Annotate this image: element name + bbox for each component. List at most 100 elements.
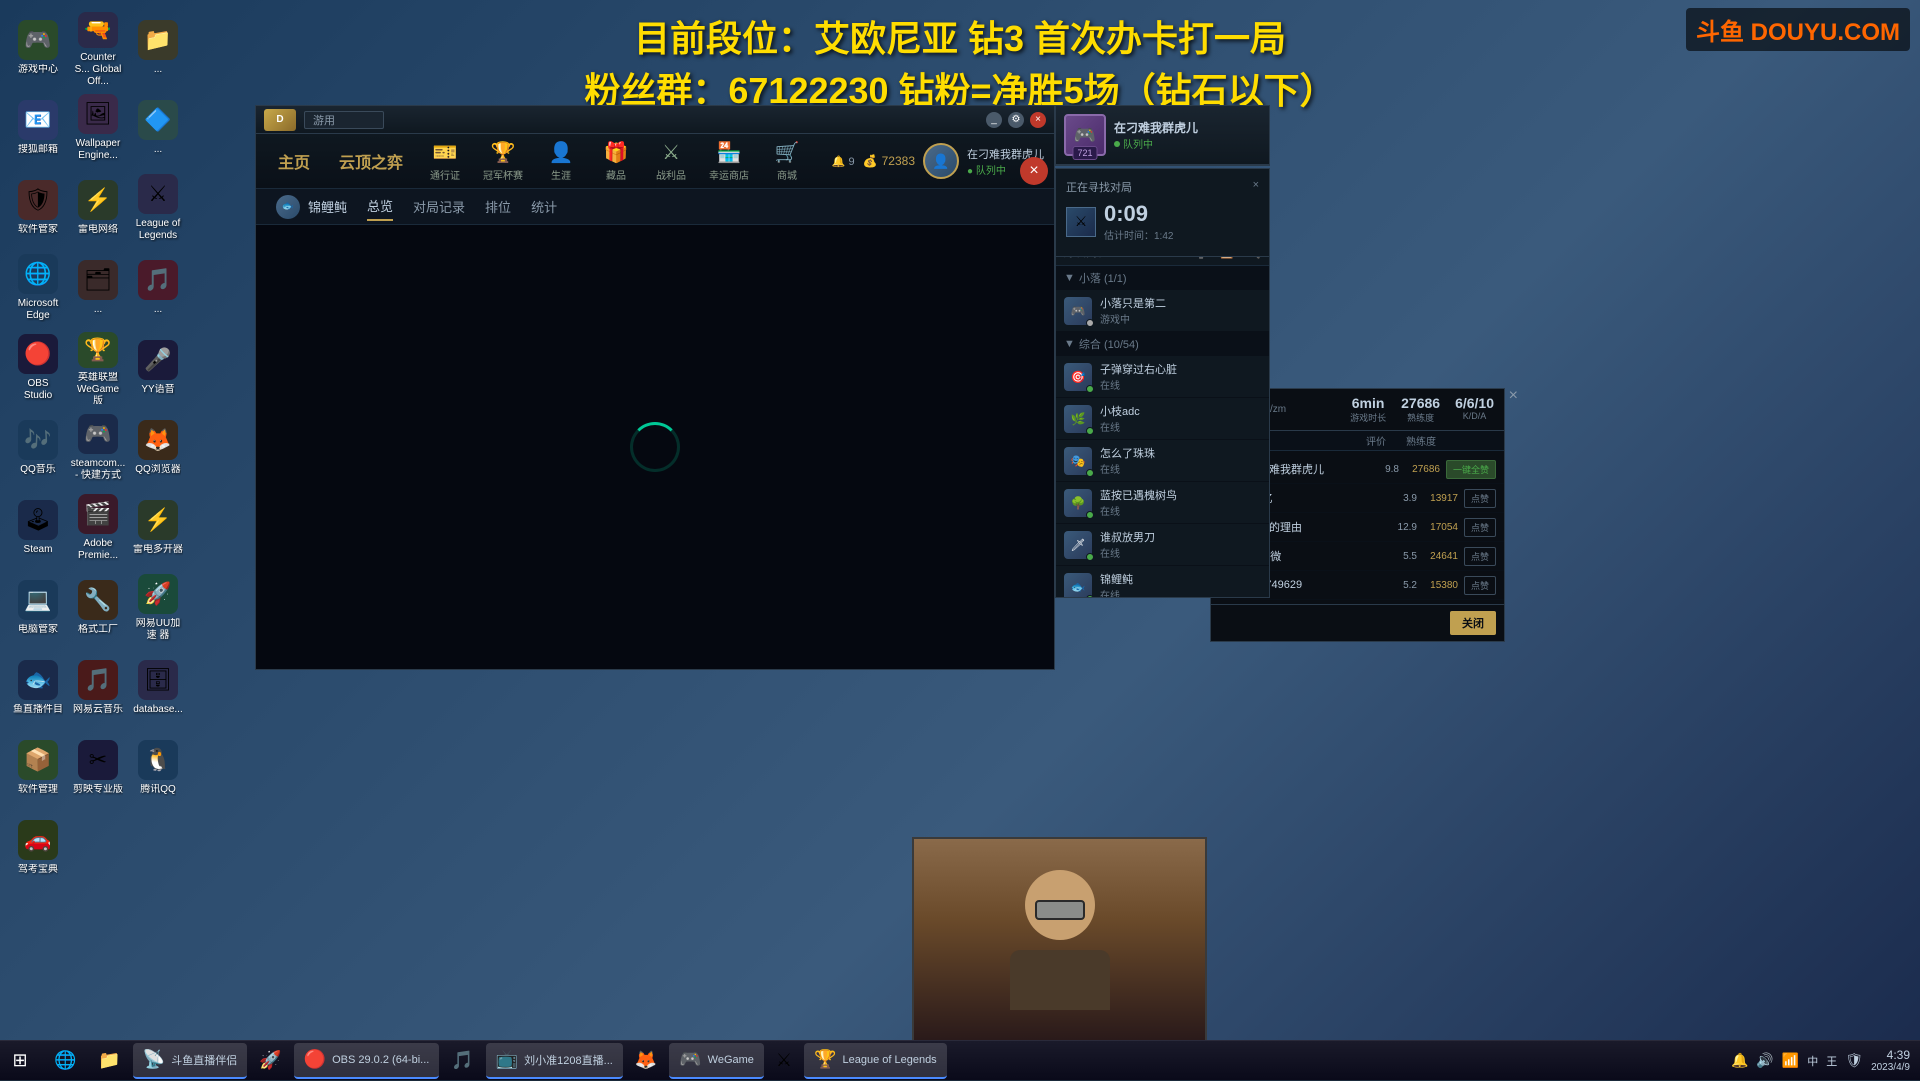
desktop-icon-15[interactable]: 🎶QQ音乐 (8, 408, 68, 488)
desktop-icon-label-31: 驾考宝典 (18, 864, 58, 876)
desktop-icon-30[interactable]: 🐧腾讯QQ (128, 728, 188, 808)
desktop-icon-20[interactable]: ⚡雷电多开器 (128, 488, 188, 568)
subnav-stats[interactable]: 统计 (531, 193, 557, 220)
stat-time-val: 6min (1350, 395, 1386, 411)
taskbar-app-uu[interactable]: 🚀 (249, 1043, 291, 1079)
subnav-history[interactable]: 对局记录 (413, 193, 465, 220)
taskbar-app-browser[interactable]: 🦊 (625, 1043, 667, 1079)
list-item[interactable]: 🌳 蓝按已遇槐树鸟 在线 (1056, 482, 1269, 524)
nav-shop[interactable]: 🛒 商城 (762, 136, 812, 186)
settings-button[interactable]: ⚙ (1008, 112, 1024, 128)
nav-collection[interactable]: 🎁 藏品 (591, 136, 641, 186)
list-item[interactable]: 🗡 谁叔放男刀 在线 (1056, 524, 1269, 566)
desktop-icon-21[interactable]: 💻电脑管家 (8, 568, 68, 648)
language-indicator[interactable]: 中 (1807, 1053, 1818, 1069)
desktop-icon-14[interactable]: 🎤YY语音 (128, 328, 188, 408)
desktop-icon-8[interactable]: ⚔League of Legends (128, 168, 188, 248)
desktop-icon-11[interactable]: 🎵... (128, 248, 188, 328)
desktop-icon-27[interactable]: 📦软件管理 (8, 728, 68, 808)
player-action-4[interactable]: 点赞 (1464, 547, 1496, 566)
desktop-icon-10[interactable]: 🗂... (68, 248, 128, 328)
desktop-icon-22[interactable]: 🔧格式工厂 (68, 568, 128, 648)
minimize-button[interactable]: _ (986, 112, 1002, 128)
match-close-button[interactable]: 关闭 (1450, 611, 1496, 635)
friends-group-header-1[interactable]: ▼ 小落 (1/1) (1056, 266, 1269, 290)
lol-search-input[interactable] (304, 111, 384, 129)
col-header-action (1436, 433, 1496, 448)
desktop-icon-16[interactable]: 🎮steamcom... - 快建方式 (68, 408, 128, 488)
desktop-icon-26[interactable]: 🗄database... (128, 648, 188, 728)
desktop-icon-label-21: 电脑管家 (18, 624, 58, 636)
desktop-icon-19[interactable]: 🎬Adobe Premie... (68, 488, 128, 568)
friends-group-header-2[interactable]: ▼ 综合 (10/54) (1056, 332, 1269, 356)
desktop-icon-img-26: 🗄 (138, 660, 178, 700)
taskbar-app-explorer[interactable]: 📁 (88, 1043, 130, 1079)
nav-tournament[interactable]: 🏆 冠军杯赛 (475, 136, 531, 186)
taskbar-app-lol-icon[interactable]: ⚔ (766, 1043, 802, 1079)
volume-icon[interactable]: 🔊 (1756, 1052, 1773, 1069)
taskbar-app-edge[interactable]: 🌐 (44, 1043, 86, 1079)
match-footer: 关闭 (1211, 604, 1504, 641)
match-stats: 6min 游戏时长 27686 熟练度 6/6/10 K/D/A (1350, 395, 1494, 424)
desktop-icon-img-28: ✂ (78, 740, 118, 780)
desktop-icon-13[interactable]: 🏆英雄联盟 WeGame版 (68, 328, 128, 408)
list-item[interactable]: 🐟 锦鲤鲀 在线 (1056, 566, 1269, 598)
desktop-icon-31[interactable]: 🚗驾考宝典 (8, 808, 68, 888)
taskbar-start-button[interactable]: ⊞ (0, 1041, 40, 1081)
friend-item-info-5: 蓝按已遇槐树鸟 在线 (1100, 487, 1261, 518)
desktop-icon-img-25: 🎵 (78, 660, 118, 700)
close-overlay-button[interactable]: × (1020, 157, 1048, 185)
profile-avatar[interactable]: 👤 (923, 143, 959, 179)
desktop-icon-28[interactable]: ✂剪映专业版 (68, 728, 128, 808)
list-item[interactable]: 🌿 小枝adc 在线 (1056, 398, 1269, 440)
desktop-icon-23[interactable]: 🚀网易UU加速 器 (128, 568, 188, 648)
notification-icon[interactable]: 🔔 (1731, 1052, 1748, 1069)
notification-count[interactable]: 🔔 9 (832, 155, 855, 168)
desktop-icon-9[interactable]: 🌐Microsoft Edge (8, 248, 68, 328)
list-item[interactable]: 🎭 怎么了珠珠 在线 (1056, 440, 1269, 482)
nav-career[interactable]: 👤 生涯 (536, 136, 586, 186)
taskbar-app-obs[interactable]: 🔴 OBS 29.0.2 (64-bi... (294, 1043, 440, 1079)
queue-close-button[interactable]: × (1253, 179, 1259, 195)
desktop-icon-6[interactable]: 🛡软件管家 (8, 168, 68, 248)
antivirus-icon[interactable]: 🛡 (1845, 1052, 1863, 1069)
player-action-5[interactable]: 点赞 (1464, 576, 1496, 595)
stat-kda-label: K/D/A (1455, 411, 1494, 421)
desktop-icon-25[interactable]: 🎵网易云音乐 (68, 648, 128, 728)
nav-home[interactable]: 主页 (266, 141, 322, 181)
desktop-icon-label-8: League of Legends (132, 218, 184, 242)
subnav-rank[interactable]: 排位 (485, 193, 511, 220)
nav-loot[interactable]: ⚔ 战利品 (646, 136, 696, 186)
list-item[interactable]: 🎮 小落只是第二 游戏中 (1056, 290, 1269, 332)
taskbar-app-douyu[interactable]: 📡 斗鱼直播伴侣 (133, 1043, 247, 1079)
taskbar-app-wegame[interactable]: 🎮 WeGame (669, 1043, 764, 1079)
player-action-3[interactable]: 点赞 (1464, 518, 1496, 537)
nav-tft[interactable]: 云顶之弈 (327, 141, 415, 181)
taskbar-app-lol[interactable]: 🏆 League of Legends (804, 1043, 947, 1079)
player-action-1[interactable]: 一键全赞 (1446, 460, 1496, 479)
obs-app-label: OBS 29.0.2 (64-bi... (332, 1054, 429, 1066)
match-panel-close[interactable]: × (1509, 387, 1518, 405)
desktop-icon-17[interactable]: 🦊QQ浏览器 (128, 408, 188, 488)
status-indicator-4 (1086, 469, 1094, 477)
taskbar-app-stream[interactable]: 📺 刘小准1208直播... (486, 1043, 623, 1079)
close-button[interactable]: × (1030, 112, 1046, 128)
input-method[interactable]: 王 (1826, 1053, 1837, 1069)
desktop-icon-24[interactable]: 🐟鱼直播件目 (8, 648, 68, 728)
subnav-avatar: 🐟 (276, 195, 300, 219)
player-action-2[interactable]: 点赞 (1464, 489, 1496, 508)
taskbar-app-music[interactable]: 🎵 (441, 1043, 483, 1079)
taskbar-right: 🔔 🔊 📶 中 王 🛡 4:39 2023/4/9 (1731, 1048, 1920, 1073)
desktop-icon-12[interactable]: 🔴OBS Studio (8, 328, 68, 408)
nav-pass[interactable]: 🎫 通行证 (420, 136, 470, 186)
desktop-icon-label-20: 雷电多开器 (133, 544, 183, 556)
list-item[interactable]: 🎯 子弹穿过右心脏 在线 (1056, 356, 1269, 398)
nav-lucky-shop[interactable]: 🏪 幸运商店 (701, 136, 757, 186)
desktop-icon-7[interactable]: ⚡雷电网络 (68, 168, 128, 248)
lol-window: D _ ⚙ × 主页 云顶之弈 🎫 通行证 🏆 冠军杯赛 👤 生涯 🎁 藏品 (255, 105, 1055, 670)
friend-name-5: 蓝按已遇槐树鸟 (1100, 487, 1261, 503)
subnav-overview[interactable]: 总览 (367, 192, 393, 221)
desktop-icon-18[interactable]: 🕹Steam (8, 488, 68, 568)
desktop-icon-img-23: 🚀 (138, 574, 178, 614)
network-icon[interactable]: 📶 (1782, 1052, 1799, 1069)
